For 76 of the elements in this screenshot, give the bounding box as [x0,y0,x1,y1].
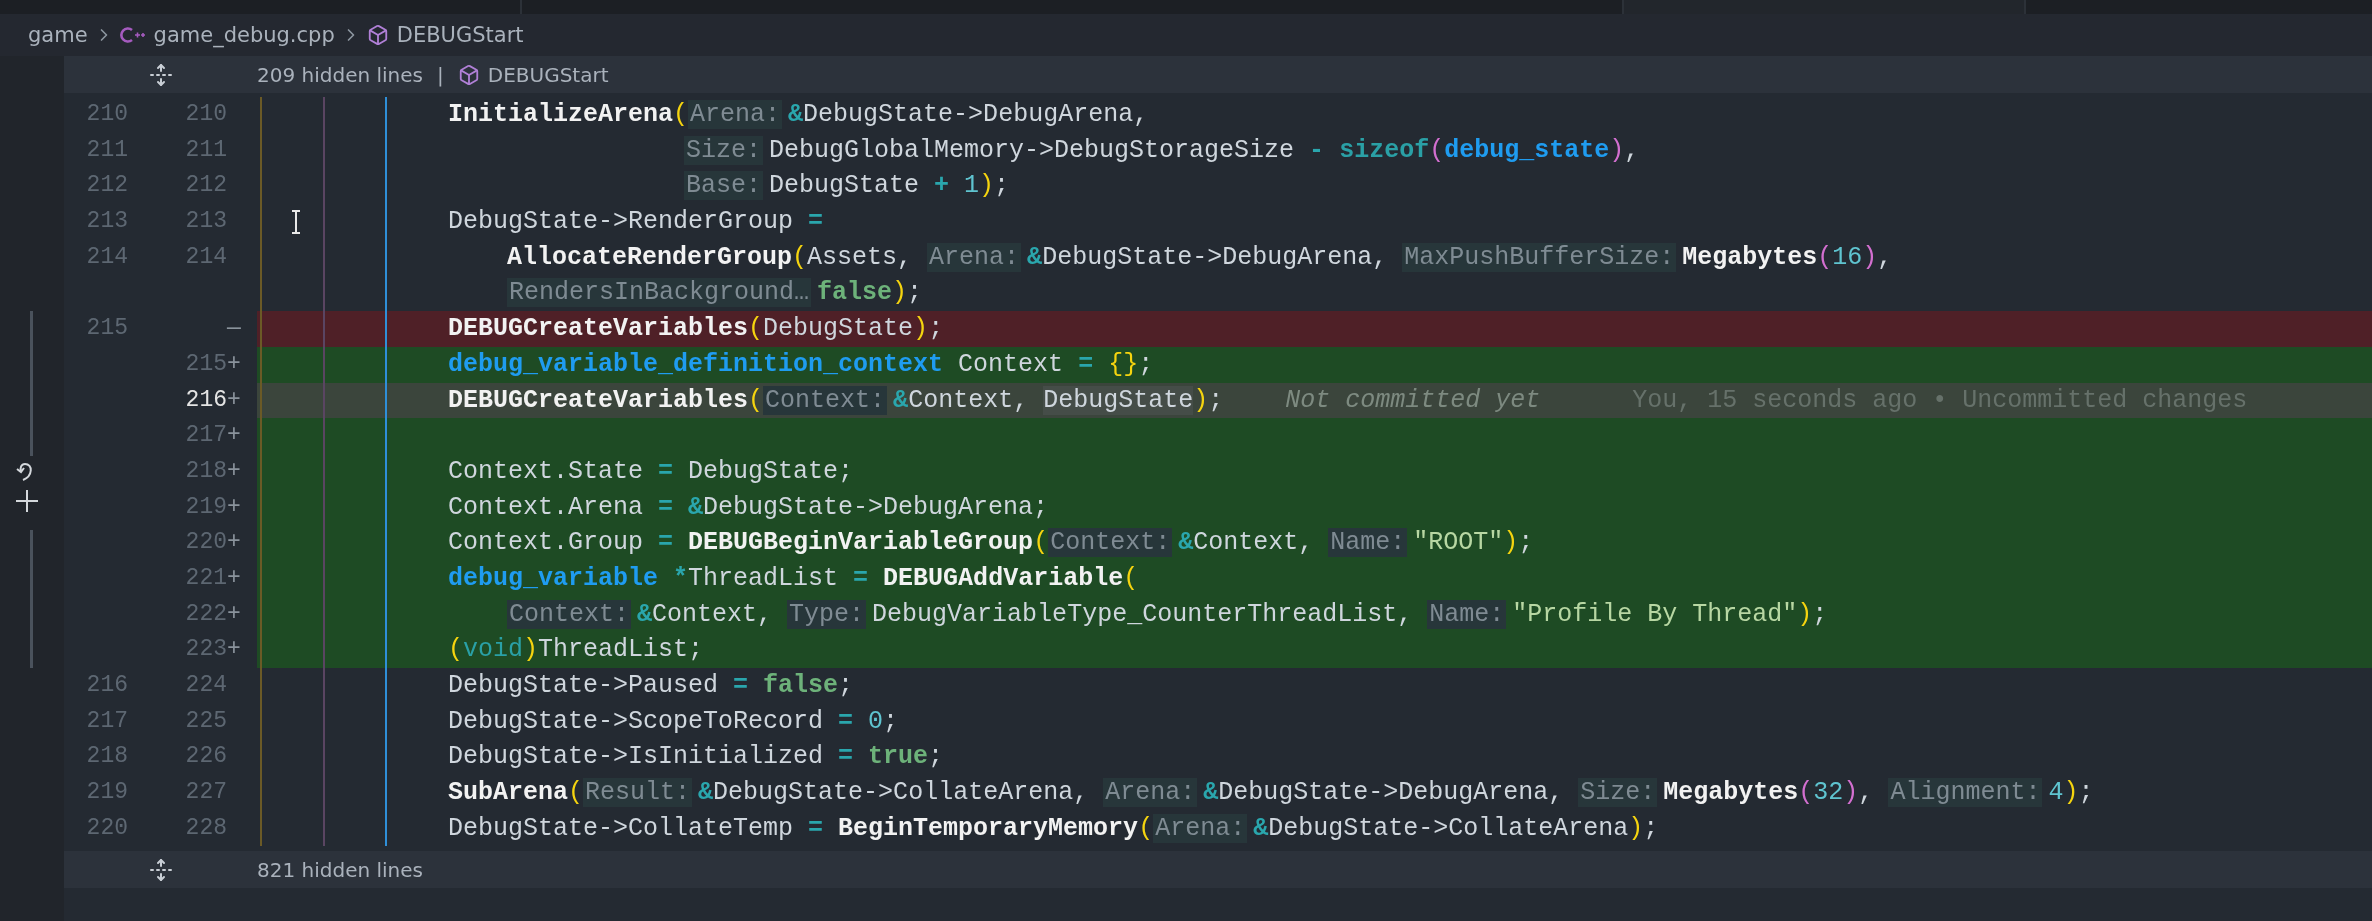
line-number: 220 [185,529,227,556]
diff-marker: + [227,600,241,627]
line-number: 219 [86,779,128,806]
diff-marker: + [227,422,241,449]
line-number: 225 [185,707,227,734]
file-type-icon [119,25,146,45]
breadcrumb-item[interactable]: game_debug.cpp [153,23,335,47]
line-number: 217 [185,422,227,449]
code-text: Context.Group = DEBUGBeginVariableGroup(Context: &Context, Name: "ROOT"); [448,527,1534,560]
line-number: 222 [185,600,227,627]
separator-text: | [437,62,444,87]
breadcrumb-item[interactable]: game [28,23,88,47]
line-number: 211 [185,136,227,163]
line-number: 212 [185,172,227,199]
diff-marker: + [227,636,241,663]
code-text: InitializeArena(Arena: &DebugState->DebugArena, [448,99,1149,131]
diff-marker: + [227,386,241,413]
line-number: 210 [185,101,227,127]
cube-icon [457,63,480,86]
hidden-lines-label: 209 hidden lines [257,62,423,87]
expand-icon[interactable] [148,62,173,87]
code-text: debug_variable_definition_context Context = {}; [448,348,1154,381]
line-number: 220 [86,814,128,841]
line-number: 213 [185,208,227,235]
code-text: DebugState->ScopeToRecord = 0; [448,705,899,738]
code-text: Context.State = DebugState; [448,455,854,488]
line-number: 219 [185,493,227,520]
code-text: debug_variable *ThreadList = DEBUGAddVariable( [448,562,1139,595]
symbol-label: DEBUGStart [487,62,609,87]
code-text: DebugState->CollateTemp = BeginTemporaryMemory(Arena: &DebugState->CollateArena); [448,812,1659,845]
diff-marker: + [227,350,241,377]
line-number: 224 [185,672,227,698]
line-number: 210 [86,101,128,127]
line-number: 212 [86,172,128,199]
line-number: 223 [185,636,227,663]
line-number: 213 [86,208,128,235]
hidden-lines-label: 821 hidden lines [257,857,423,882]
code-text: DEBUGCreateVariables(DebugState); [448,313,944,346]
diff-marker: — [227,315,241,342]
line-number: 226 [185,743,227,770]
blame-status: Not committed yet [1285,384,1541,417]
code-text: Size: DebugGlobalMemory->DebugStorageSize - sizeof(debug_state), [684,134,1640,167]
text-cursor-icon [290,210,302,235]
line-number: 215 [185,350,227,377]
line-number: 214 [86,243,128,270]
code-text: DebugState->IsInitialized = true; [448,741,944,774]
diff-marker: + [227,457,241,484]
code-text: AllocateRenderGroup(Assets, Arena: &DebugState->DebugArena, MaxPushBufferSize: Megabytes(16), [507,241,1893,274]
line-number: 218 [86,743,128,770]
line-number: 218 [185,457,227,484]
diff-marker: + [227,493,241,520]
line-number: 217 [86,707,128,734]
line-number: 215 [86,315,128,342]
code-text: SubArena(Result: &DebugState->CollateArena, Arena: &DebugState->DebugArena, Size: Megabytes(32), Alignment: 4); [448,777,2094,810]
code-text: DebugState->RenderGroup = [448,206,824,239]
line-number: 211 [86,136,128,163]
code-text: Base: DebugState + 1); [684,170,1010,203]
line-number: 214 [185,243,227,270]
diff-marker: + [227,529,241,556]
code-text: (void)ThreadList; [448,634,704,667]
line-number: 216 [86,672,128,698]
hidden-lines-bar[interactable]: 821 hidden lines [64,851,2372,889]
expand-icon[interactable] [148,857,173,882]
line-number: 228 [185,814,227,841]
hidden-lines-bar[interactable]: 209 hidden lines | DEBUGStart [64,56,2372,93]
diff-marker: + [227,564,241,591]
line-number: 221 [185,564,227,591]
line-number: 216 [185,386,227,413]
line-number: 227 [185,779,227,806]
code-text: DEBUGCreateVariables(Context: &Context, DebugState); [448,384,1224,417]
code-text: Context.Arena = &DebugState->DebugArena; [448,491,1049,524]
cube-icon [366,24,389,46]
code-text: DebugState->Paused = false; [448,670,854,702]
plus-icon[interactable] [14,487,40,514]
code-text: Context: &Context, Type: DebugVariableType_CounterThreadList, Name: "Profile By Thread"); [507,598,1828,631]
breadcrumb-item[interactable]: DEBUGStart [396,23,524,47]
